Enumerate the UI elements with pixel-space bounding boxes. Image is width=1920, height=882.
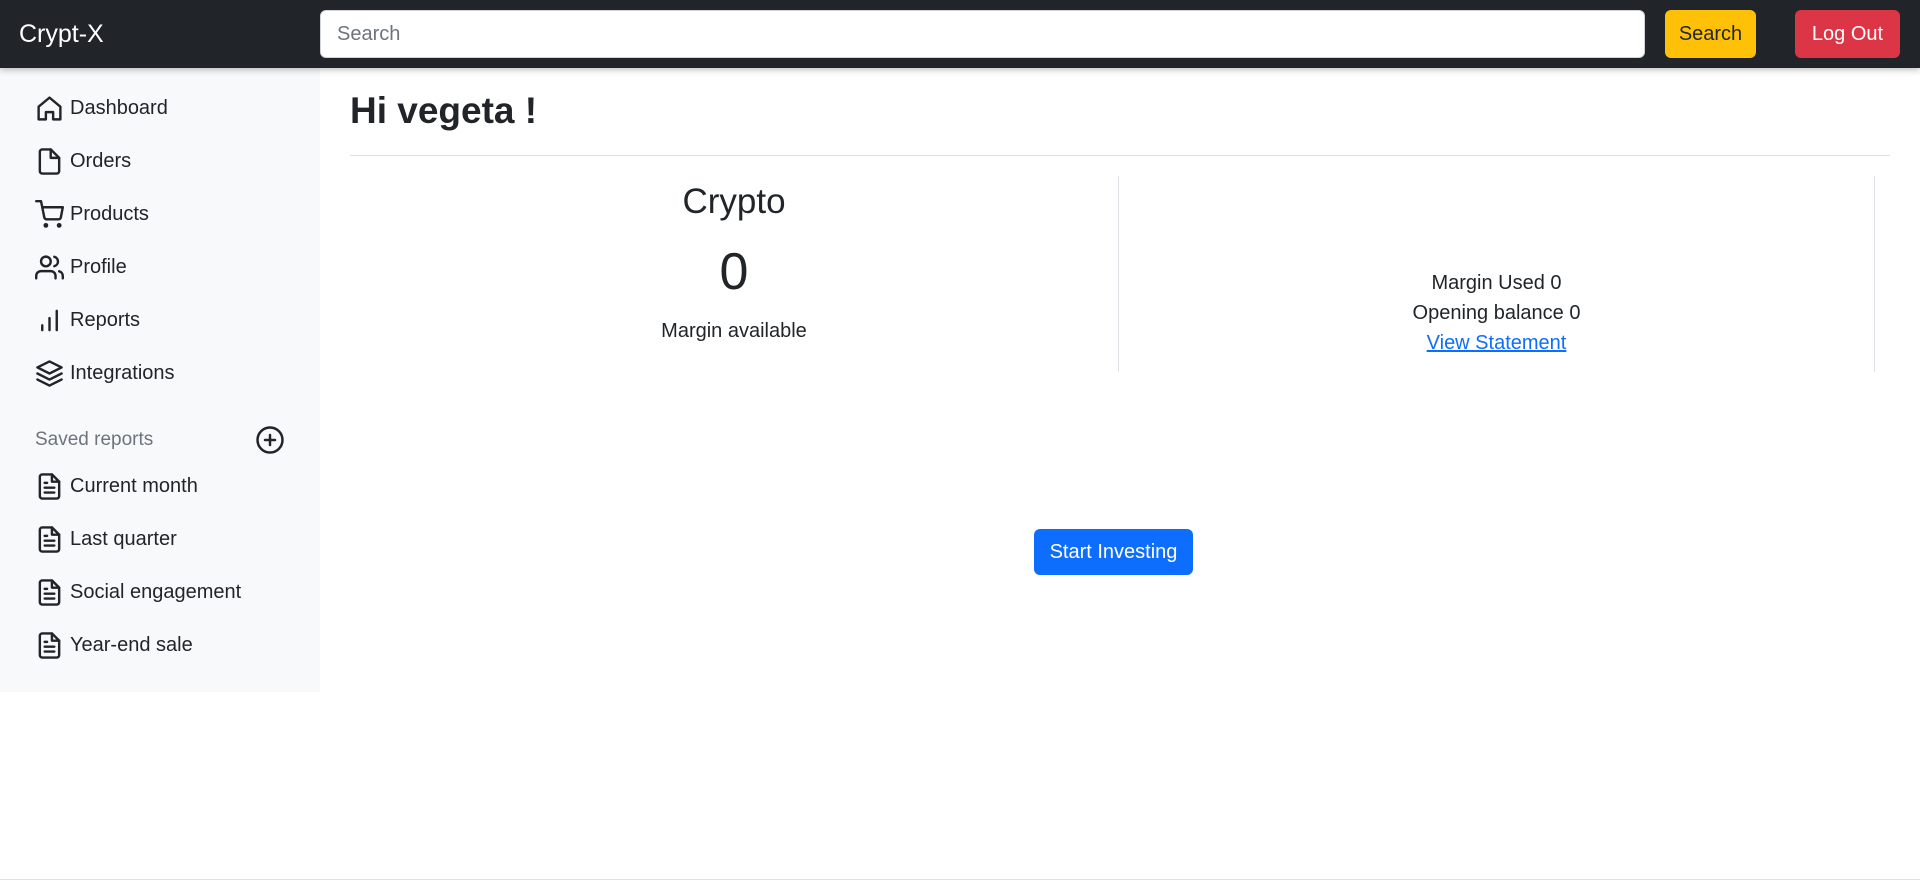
saved-report-year-end-sale[interactable]: Year-end sale — [0, 619, 320, 672]
file-icon — [35, 147, 64, 176]
saved-report-last-quarter[interactable]: Last quarter — [0, 513, 320, 566]
start-investing-button[interactable]: Start Investing — [1034, 529, 1193, 575]
sidebar-item-dashboard[interactable]: Dashboard — [0, 82, 320, 135]
bar-chart-icon — [35, 306, 64, 335]
opening-balance: Opening balance 0 — [1412, 302, 1581, 324]
sidebar-item-label: Integrations — [70, 362, 175, 384]
users-icon — [35, 253, 64, 282]
search-button[interactable]: Search — [1665, 10, 1756, 58]
plus-circle-icon[interactable] — [255, 425, 285, 455]
saved-report-social-engagement[interactable]: Social engagement — [0, 566, 320, 619]
sidebar-item-label: Orders — [70, 150, 132, 172]
saved-report-label: Last quarter — [70, 528, 177, 550]
file-text-icon — [35, 472, 64, 501]
saved-report-label: Year-end sale — [70, 634, 193, 656]
sidebar-item-label: Dashboard — [70, 97, 168, 119]
balance-panel: Margin Used 0 Opening balance 0 View Sta… — [1119, 176, 1875, 372]
sidebar-item-orders[interactable]: Orders — [0, 135, 320, 188]
margin-used: Margin Used 0 — [1431, 272, 1562, 294]
sidebar-item-reports[interactable]: Reports — [0, 294, 320, 347]
crypto-title: Crypto — [682, 182, 786, 221]
saved-report-label: Current month — [70, 475, 198, 497]
brand-logo[interactable]: Crypt-X — [0, 20, 320, 49]
home-icon — [35, 94, 64, 123]
crypto-panel: Crypto 0 Margin available — [350, 176, 1119, 372]
file-text-icon — [35, 578, 64, 607]
saved-reports-heading: Saved reports — [35, 429, 154, 450]
top-navbar: Crypt-X Search Log Out — [0, 0, 1920, 68]
sidebar-item-label: Products — [70, 203, 149, 225]
saved-reports-header: Saved reports — [0, 420, 320, 460]
page-divider — [0, 879, 1920, 880]
sidebar-item-label: Profile — [70, 256, 127, 278]
margin-available-label: Margin available — [661, 320, 807, 342]
saved-report-label: Social engagement — [70, 581, 242, 603]
view-statement-link[interactable]: View Statement — [1427, 332, 1567, 354]
page-title: Hi vegeta ! — [350, 68, 1890, 156]
sidebar-item-profile[interactable]: Profile — [0, 241, 320, 294]
search-input[interactable] — [320, 10, 1645, 58]
crypto-value: 0 — [719, 243, 749, 301]
shopping-cart-icon — [35, 200, 64, 229]
saved-report-current-month[interactable]: Current month — [0, 460, 320, 513]
file-text-icon — [35, 631, 64, 660]
main-content: Hi vegeta ! Crypto 0 Margin available Ma… — [350, 68, 1890, 575]
sidebar-item-label: Reports — [70, 309, 141, 331]
layers-icon — [35, 359, 64, 388]
sidebar: Dashboard Orders Products Profile Report… — [0, 68, 320, 692]
file-text-icon — [35, 525, 64, 554]
account-summary: Crypto 0 Margin available Margin Used 0 … — [350, 176, 1875, 372]
sidebar-item-integrations[interactable]: Integrations — [0, 347, 320, 400]
sidebar-item-products[interactable]: Products — [0, 188, 320, 241]
logout-button[interactable]: Log Out — [1795, 10, 1900, 58]
